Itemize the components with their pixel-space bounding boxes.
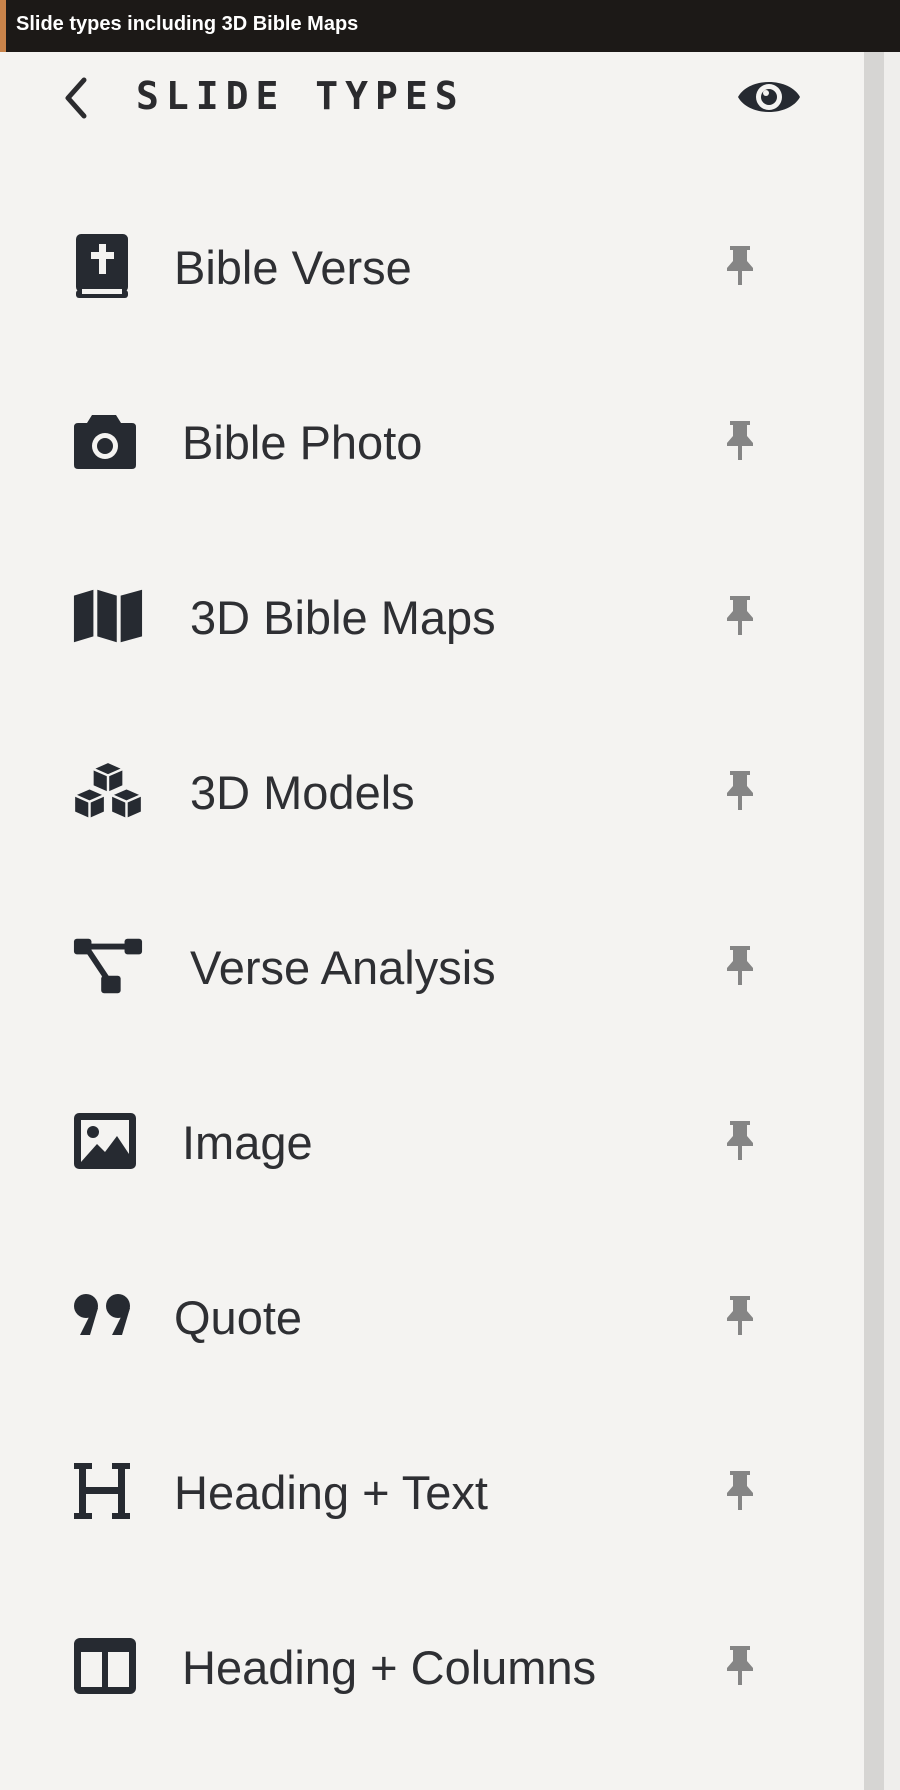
slide-type-label: Heading + Columns — [182, 1641, 597, 1694]
slide-type-quote[interactable]: Quote — [50, 1260, 780, 1370]
heading-icon — [72, 1459, 144, 1523]
back-button[interactable] — [52, 70, 100, 126]
pin-icon — [727, 946, 753, 985]
pin-button[interactable] — [714, 938, 766, 994]
slide-type-label: Quote — [174, 1291, 303, 1344]
slide-type-label: Bible Verse — [174, 241, 412, 294]
slide-type-heading-columns[interactable]: Heading + Columns — [50, 1610, 780, 1720]
pin-icon — [727, 1121, 753, 1160]
panel-title: SLIDE TYPES — [136, 74, 465, 118]
slide-type-label: 3D Bible Maps — [190, 591, 496, 644]
panel-divider[interactable] — [864, 52, 884, 1790]
slide-type-image[interactable]: Image — [50, 1085, 780, 1195]
pin-button[interactable] — [714, 413, 766, 469]
caption-text: Slide types including 3D Bible Maps — [16, 13, 359, 35]
pin-icon — [727, 596, 753, 635]
columns-icon — [72, 1634, 144, 1698]
pin-button[interactable] — [714, 1113, 766, 1169]
pin-icon — [727, 1296, 753, 1335]
slide-type-label: Image — [182, 1116, 313, 1169]
pin-button[interactable] — [714, 1463, 766, 1519]
pin-button[interactable] — [714, 588, 766, 644]
pin-button[interactable] — [714, 1288, 766, 1344]
caption-bar: Slide types including 3D Bible Maps — [0, 0, 900, 52]
slide-type-label: Verse Analysis — [190, 941, 496, 994]
pin-button[interactable] — [714, 763, 766, 819]
pin-icon — [727, 1646, 753, 1685]
bible-icon — [72, 234, 144, 298]
camera-icon — [72, 409, 144, 473]
pin-icon — [727, 246, 753, 285]
slide-type-3d-models[interactable]: 3D Models — [50, 735, 780, 845]
map-icon — [72, 584, 144, 648]
visibility-toggle-button[interactable] — [730, 66, 808, 128]
quote-icon — [72, 1284, 144, 1348]
slide-type-bible-verse[interactable]: Bible Verse — [50, 210, 780, 320]
pin-button[interactable] — [714, 1638, 766, 1694]
slide-type-bible-photo[interactable]: Bible Photo — [50, 385, 780, 495]
adjacent-panel-edge — [884, 52, 900, 1790]
pin-icon — [727, 1471, 753, 1510]
pin-button[interactable] — [714, 238, 766, 294]
image-icon — [72, 1109, 144, 1173]
cubes-icon — [72, 759, 144, 823]
slide-type-label: Bible Photo — [182, 416, 423, 469]
eye-icon — [738, 82, 800, 112]
slide-type-verse-analysis[interactable]: Verse Analysis — [50, 910, 780, 1020]
slide-type-label: 3D Models — [190, 766, 415, 819]
chevron-left-icon — [65, 77, 87, 119]
diagram-icon — [72, 934, 144, 998]
slide-type-heading-text[interactable]: Heading + Text — [50, 1435, 780, 1545]
slide-type-3d-bible-maps[interactable]: 3D Bible Maps — [50, 560, 780, 670]
pin-icon — [727, 771, 753, 810]
pin-icon — [727, 421, 753, 460]
slide-type-label: Heading + Text — [174, 1466, 488, 1519]
